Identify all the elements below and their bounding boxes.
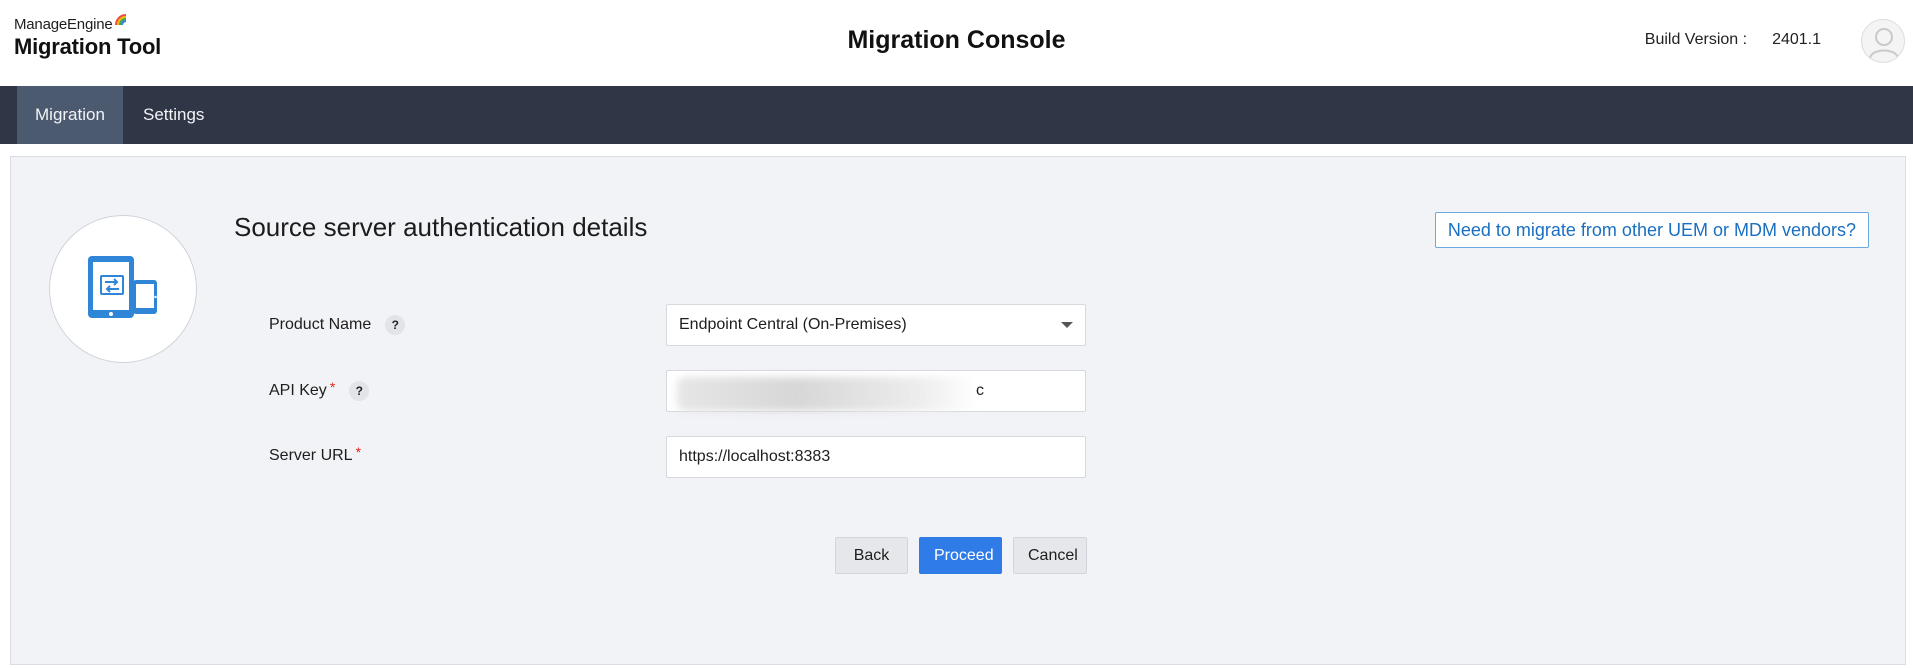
api-key-label-text: API Key [269, 382, 327, 399]
api-key-value: c [976, 382, 984, 399]
page-title: Migration Console [847, 26, 1066, 54]
app-logo: ManageEngine Migration Tool [14, 14, 162, 60]
redacted-api-key [677, 377, 977, 411]
dropdown-caret-icon [1061, 322, 1073, 328]
required-marker: * [329, 379, 336, 395]
logo-product: Migration Tool [14, 34, 162, 59]
user-silhouette-icon [1869, 28, 1899, 59]
section-title: Source server authentication details [234, 212, 648, 242]
product-name-label-text: Product Name [269, 316, 372, 333]
server-url-label: Server URL * [269, 444, 362, 465]
user-avatar-icon[interactable] [1861, 19, 1905, 63]
product-name-select[interactable]: Endpoint Central (On-Premises) [666, 304, 1086, 346]
help-icon[interactable]: ? [385, 315, 406, 335]
logo-brand-text: ManageEngine [14, 16, 113, 33]
server-url-label-text: Server URL [269, 447, 353, 464]
logo-brand: ManageEngine [14, 14, 161, 33]
product-name-value: Endpoint Central (On-Premises) [679, 316, 907, 333]
help-icon[interactable]: ? [349, 381, 370, 401]
server-url-input[interactable] [679, 448, 1073, 466]
required-marker: * [355, 444, 362, 460]
cancel-button[interactable]: Cancel [1013, 537, 1087, 574]
content-panel: Source server authentication details Nee… [10, 156, 1906, 665]
tab-settings[interactable]: Settings [125, 86, 222, 144]
build-version: Build Version : 2401.1 [1645, 31, 1821, 49]
manageengine-arc-icon [114, 14, 126, 26]
tab-migration[interactable]: Migration [17, 86, 123, 144]
header: ManageEngine Migration Tool Migration Co… [0, 0, 1913, 86]
migration-illustration [49, 215, 197, 363]
migrate-other-vendors-link[interactable]: Need to migrate from other UEM or MDM ve… [1434, 212, 1869, 248]
product-name-label: Product Name ? [269, 315, 406, 335]
main-nav: Migration Settings [0, 86, 1913, 144]
device-migration-icon [88, 256, 157, 318]
api-key-field[interactable]: c [666, 370, 1086, 412]
server-url-field[interactable] [666, 436, 1086, 478]
build-version-label: Build Version : [1644, 31, 1748, 48]
proceed-button[interactable]: Proceed [919, 537, 1002, 574]
api-key-label: API Key * ? [269, 379, 370, 401]
build-version-value: 2401.1 [1772, 31, 1821, 48]
back-button[interactable]: Back [835, 537, 908, 574]
